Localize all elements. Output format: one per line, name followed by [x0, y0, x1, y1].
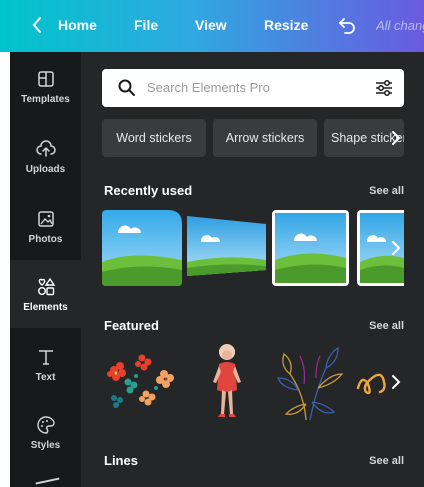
save-status: All changes saved [376, 18, 424, 33]
recently-used-title: Recently used [104, 183, 193, 198]
file-menu[interactable]: File [134, 17, 158, 33]
home-button[interactable]: Home [58, 17, 97, 33]
view-menu[interactable]: View [195, 17, 227, 33]
resize-button[interactable]: Resize [264, 17, 308, 33]
photo-icon [37, 210, 54, 227]
chevron-left-icon[interactable] [32, 16, 42, 34]
rail-item-templates[interactable]: Templates [10, 52, 81, 120]
recent-thumb-2[interactable] [187, 210, 266, 286]
rail-more-indicator [35, 477, 61, 487]
recently-used-see-all[interactable]: See all [369, 185, 404, 197]
undo-icon[interactable] [337, 15, 357, 35]
elements-icon [37, 277, 55, 295]
lines-title: Lines [104, 453, 138, 468]
rail-label: Templates [21, 93, 70, 105]
chevron-right-icon[interactable] [391, 240, 401, 256]
elements-panel: Search Elements Pro Word stickers Arrow … [81, 52, 424, 487]
flowers-sticker[interactable] [102, 352, 184, 412]
rail-item-elements[interactable]: Elements [10, 260, 81, 328]
botanical-leaves-sticker[interactable] [276, 344, 344, 422]
woman-illustration-sticker[interactable] [209, 342, 245, 422]
squiggle-line-sticker[interactable] [356, 364, 391, 404]
recent-thumb-3[interactable] [272, 210, 349, 286]
search-box[interactable]: Search Elements Pro [102, 69, 404, 107]
featured-see-all[interactable]: See all [369, 320, 404, 332]
lines-see-all[interactable]: See all [369, 455, 404, 467]
rail-label: Photos [28, 233, 63, 245]
rail-item-text[interactable]: Text [10, 330, 81, 398]
palette-icon [36, 415, 55, 434]
top-bar: Home File View Resize All changes saved [0, 0, 424, 52]
side-rail: Templates Uploads Photos Elements Text S… [10, 52, 81, 487]
chevron-right-icon[interactable] [391, 374, 401, 390]
upload-cloud-icon [35, 139, 56, 157]
chevron-right-icon[interactable] [391, 130, 401, 146]
rail-label: Uploads [25, 163, 66, 175]
rail-label: Styles [30, 439, 61, 451]
rail-label: Text [35, 371, 56, 383]
search-icon [118, 79, 135, 96]
featured-title: Featured [104, 318, 159, 333]
chip-arrow-stickers[interactable]: Arrow stickers [213, 119, 317, 157]
rail-item-uploads[interactable]: Uploads [10, 122, 81, 190]
rail-item-photos[interactable]: Photos [10, 192, 81, 260]
text-icon [38, 349, 53, 365]
rail-item-styles[interactable]: Styles [10, 398, 81, 466]
rail-label: Elements [23, 301, 68, 313]
templates-icon [37, 70, 54, 87]
search-input[interactable]: Search Elements Pro [147, 80, 270, 95]
filter-sliders-icon[interactable] [374, 78, 394, 98]
chip-word-stickers[interactable]: Word stickers [102, 119, 206, 157]
recent-thumb-1[interactable] [102, 210, 182, 286]
